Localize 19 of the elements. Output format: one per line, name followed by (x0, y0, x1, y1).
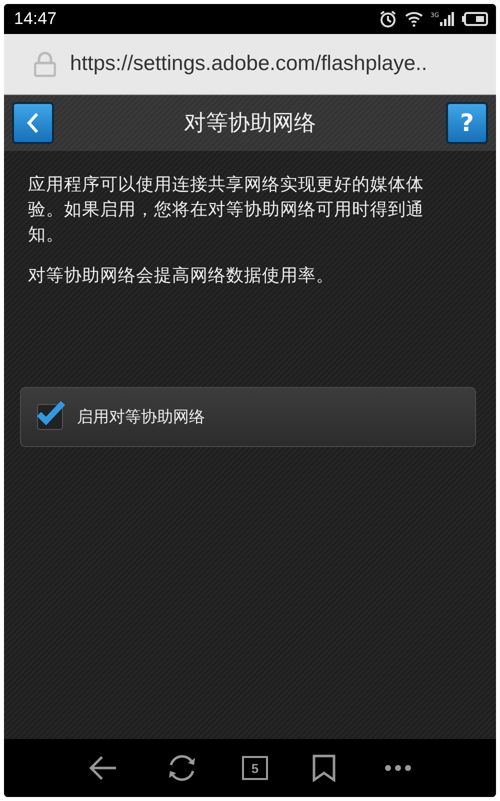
chevron-left-icon (26, 112, 40, 134)
more-dots-icon (384, 764, 412, 772)
description-text: 应用程序可以使用连接共享网络实现更好的媒体体验。如果启用，您将在对等协助网络可用时得到通知。 (28, 174, 425, 247)
description-text: 对等协助网络会提高网络数据使用率。 (28, 265, 335, 288)
checkbox[interactable] (37, 404, 63, 430)
back-button[interactable] (12, 102, 54, 144)
bookmark-icon (312, 754, 336, 782)
battery-icon (462, 12, 488, 26)
option-label: 启用对等协助网络 (77, 406, 205, 428)
refresh-icon (166, 752, 198, 784)
signal-icon (440, 12, 454, 26)
wifi-icon (404, 11, 423, 27)
lock-icon (34, 51, 56, 77)
page-title: 对等协助网络 (184, 110, 316, 138)
alarm-clock-icon (378, 10, 397, 28)
tabs-button[interactable]: 5 (242, 756, 268, 780)
setting-option[interactable]: 启用对等协助网络 (20, 387, 476, 447)
clock-time: 14:47 (14, 9, 57, 29)
arrow-left-icon (88, 755, 118, 781)
